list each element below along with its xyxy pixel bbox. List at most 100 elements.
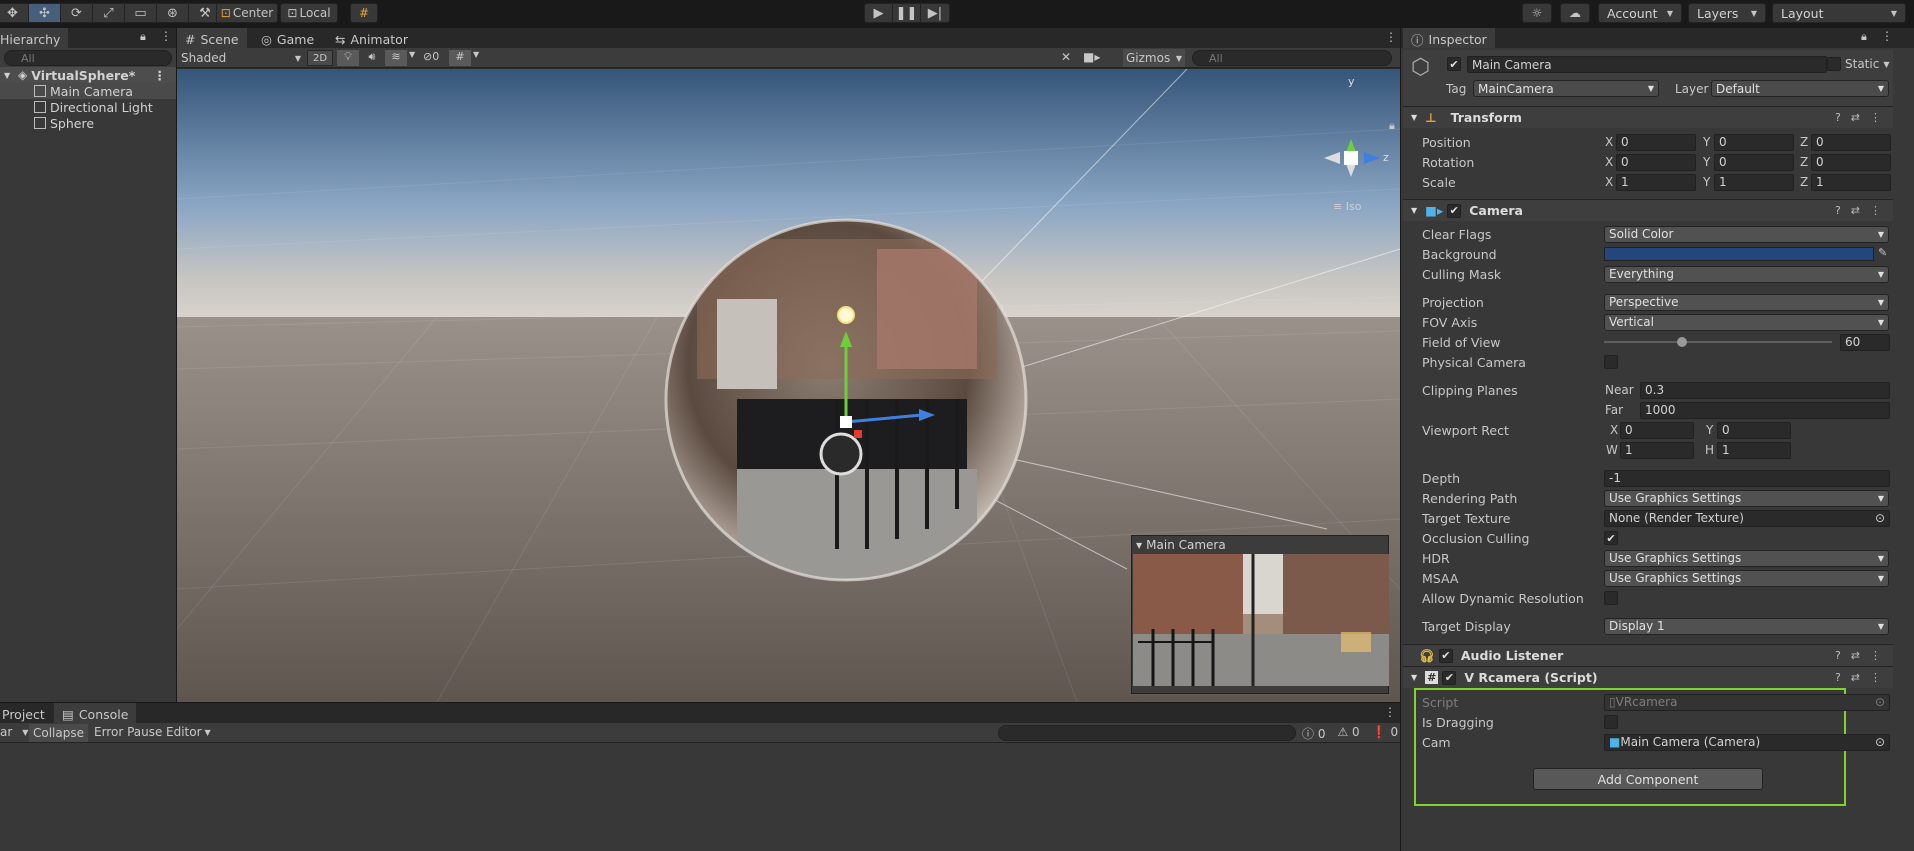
scene-more-icon[interactable]: ⋮ [1385, 30, 1397, 44]
chevron-down-icon[interactable]: ▼ [1411, 206, 1417, 215]
position-x-field[interactable]: 0 [1616, 133, 1696, 151]
more-icon[interactable]: ⋮ [1881, 29, 1893, 43]
position-z-field[interactable]: 0 [1811, 133, 1891, 151]
scale-y-field[interactable]: 1 [1714, 173, 1794, 191]
rotation-x-field[interactable]: 0 [1616, 153, 1696, 171]
object-picker-icon[interactable]: ⊙ [1875, 511, 1885, 525]
help-icon[interactable]: ? [1835, 204, 1841, 217]
shading-mode-dropdown[interactable]: Shaded ▼ [181, 50, 301, 66]
play-icon[interactable]: ▶ [865, 4, 893, 22]
tools-icon[interactable]: ✕ [1061, 50, 1071, 64]
tab-console[interactable]: ▤ Console [54, 703, 137, 723]
scene-menu-icon[interactable]: ⋮ [154, 68, 167, 83]
preset-icon[interactable]: ⇄ [1851, 649, 1860, 662]
static-dropdown[interactable]: Static ▼ [1845, 57, 1889, 71]
rect-tool-icon[interactable]: ▭ [125, 4, 157, 22]
viewport-x-field[interactable]: 0 [1620, 421, 1694, 439]
scene-row[interactable]: ▼ ◈ VirtualSphere* ⋮ [0, 67, 176, 83]
viewport-w-field[interactable]: 1 [1620, 441, 1694, 459]
scale-x-field[interactable]: 1 [1616, 173, 1696, 191]
gizmos-dropdown[interactable]: Gizmos ▼ [1123, 49, 1185, 67]
lock-icon[interactable]: 🔒︎ [140, 30, 146, 44]
object-picker-icon[interactable]: ⊙ [1875, 735, 1885, 749]
console-search-input[interactable] [998, 725, 1296, 741]
console-more-icon[interactable]: ⋮ [1384, 705, 1396, 719]
preset-icon[interactable]: ⇄ [1851, 111, 1860, 124]
projection-toggle[interactable]: ≡ Iso [1333, 200, 1361, 213]
menu-icon[interactable]: ⋮ [1870, 671, 1881, 684]
scene-viewport[interactable]: 🔒︎ y z ≡ Iso ▼ Main Camera [177, 69, 1400, 702]
tab-scene[interactable]: # Scene [177, 28, 247, 48]
audio-listener-header[interactable]: 🎧︎ ✔ Audio Listener ? ⇄ ⋮ [1403, 644, 1893, 666]
target-texture-field[interactable]: None (Render Texture) ⊙ [1604, 509, 1890, 527]
camera-enabled-checkbox[interactable]: ✔ [1447, 203, 1462, 218]
active-checkbox[interactable]: ✔ [1447, 57, 1461, 71]
scale-tool-icon[interactable]: ⤢ [93, 4, 125, 22]
background-color-field[interactable] [1604, 247, 1874, 261]
scene-search-input[interactable]: All [1192, 50, 1392, 66]
transform-header[interactable]: ▼ ⊥ Transform ? ⇄ ⋮ [1403, 106, 1893, 128]
chevron-down-icon[interactable]: ▼ [22, 728, 28, 737]
help-icon[interactable]: ? [1835, 649, 1841, 662]
fov-axis-dropdown[interactable]: Vertical ▼ [1604, 313, 1889, 331]
transform-tool-icon[interactable]: ⊛ [157, 4, 189, 22]
layout-dropdown[interactable]: Layout ▼ [1772, 3, 1906, 23]
chevron-down-icon[interactable]: ▼ [473, 50, 485, 66]
pause-icon[interactable]: ❚❚ [893, 4, 921, 22]
layers-dropdown[interactable]: Layers ▼ [1688, 3, 1766, 23]
warning-counter[interactable]: ⚠ 0 [1337, 725, 1359, 742]
menu-icon[interactable]: ⋮ [1870, 649, 1881, 662]
effects-toggle-icon[interactable]: ≋ [385, 50, 407, 66]
fov-slider-track[interactable] [1604, 341, 1832, 343]
cam-field[interactable]: ■Main Camera (Camera) ⊙ [1604, 733, 1890, 751]
step-icon[interactable]: ▶| [921, 4, 949, 22]
viewport-y-field[interactable]: 0 [1717, 421, 1791, 439]
pivot-center-button[interactable]: ⊡ Center [216, 3, 278, 23]
account-dropdown[interactable]: Account ▼ [1598, 3, 1682, 23]
tab-project[interactable]: Project [0, 703, 53, 723]
help-icon[interactable]: ? [1835, 671, 1841, 684]
hierarchy-search-input[interactable]: All [4, 50, 172, 66]
move-tool-icon[interactable]: ✣ [29, 4, 61, 22]
audio-toggle-icon[interactable]: 🔊︎ [361, 50, 383, 66]
add-component-button[interactable]: Add Component [1533, 768, 1763, 790]
lighting-toggle-icon[interactable]: 💡︎ [337, 50, 359, 66]
error-pause-button[interactable]: Error Pause [94, 725, 162, 739]
rendering-path-dropdown[interactable]: Use Graphics Settings ▼ [1604, 489, 1889, 507]
physical-camera-checkbox[interactable] [1604, 355, 1618, 369]
scale-z-field[interactable]: 1 [1811, 173, 1891, 191]
lock-icon[interactable]: 🔒︎ [1861, 30, 1867, 44]
chevron-down-icon[interactable]: ▼ [1411, 113, 1417, 122]
dynamic-resolution-checkbox[interactable] [1604, 591, 1618, 605]
hierarchy-item[interactable]: Main Camera [0, 83, 176, 99]
viewport-h-field[interactable]: 1 [1717, 441, 1791, 459]
hdr-dropdown[interactable]: Use Graphics Settings ▼ [1604, 549, 1889, 567]
menu-icon[interactable]: ⋮ [1870, 204, 1881, 217]
tag-dropdown[interactable]: MainCamera ▼ [1473, 80, 1659, 97]
vrcamera-enabled-checkbox[interactable]: ✔ [1442, 670, 1457, 685]
clear-button[interactable]: ar ▼ [0, 725, 28, 739]
chevron-down-icon[interactable]: ▼ [409, 50, 421, 66]
hierarchy-item[interactable]: Directional Light [0, 99, 176, 115]
tab-hierarchy[interactable]: Hierarchy [0, 28, 69, 48]
editor-dropdown[interactable]: Editor ▼ [166, 725, 211, 739]
clear-flags-dropdown[interactable]: Solid Color ▼ [1604, 225, 1889, 243]
is-dragging-checkbox[interactable] [1604, 715, 1618, 729]
hidden-objects-icon[interactable]: ⊘0 [423, 50, 447, 66]
chevron-down-icon[interactable]: ▼ [1411, 673, 1417, 682]
culling-mask-dropdown[interactable]: Everything ▼ [1604, 265, 1889, 283]
pivot-local-button[interactable]: ⊡ Local [280, 3, 338, 23]
cloud-button[interactable]: ☁ [1560, 3, 1590, 23]
far-field[interactable]: 1000 [1640, 401, 1890, 419]
camera-header[interactable]: ▼ ■▸ ✔ Camera ? ⇄ ⋮ [1403, 199, 1893, 221]
error-counter[interactable]: ❗ 0 [1372, 725, 1398, 742]
hand-tool-icon[interactable]: ✥ [0, 4, 29, 22]
audio-listener-checkbox[interactable]: ✔ [1438, 648, 1453, 663]
help-icon[interactable]: ? [1835, 111, 1841, 124]
grid-snap-button[interactable]: # [350, 3, 378, 23]
fov-field[interactable]: 60 [1840, 333, 1890, 351]
rotation-y-field[interactable]: 0 [1714, 153, 1794, 171]
camera-icon[interactable]: ■▸ [1083, 50, 1100, 64]
occlusion-culling-checkbox[interactable]: ✔ [1604, 531, 1618, 545]
menu-icon[interactable]: ⋮ [1870, 111, 1881, 124]
